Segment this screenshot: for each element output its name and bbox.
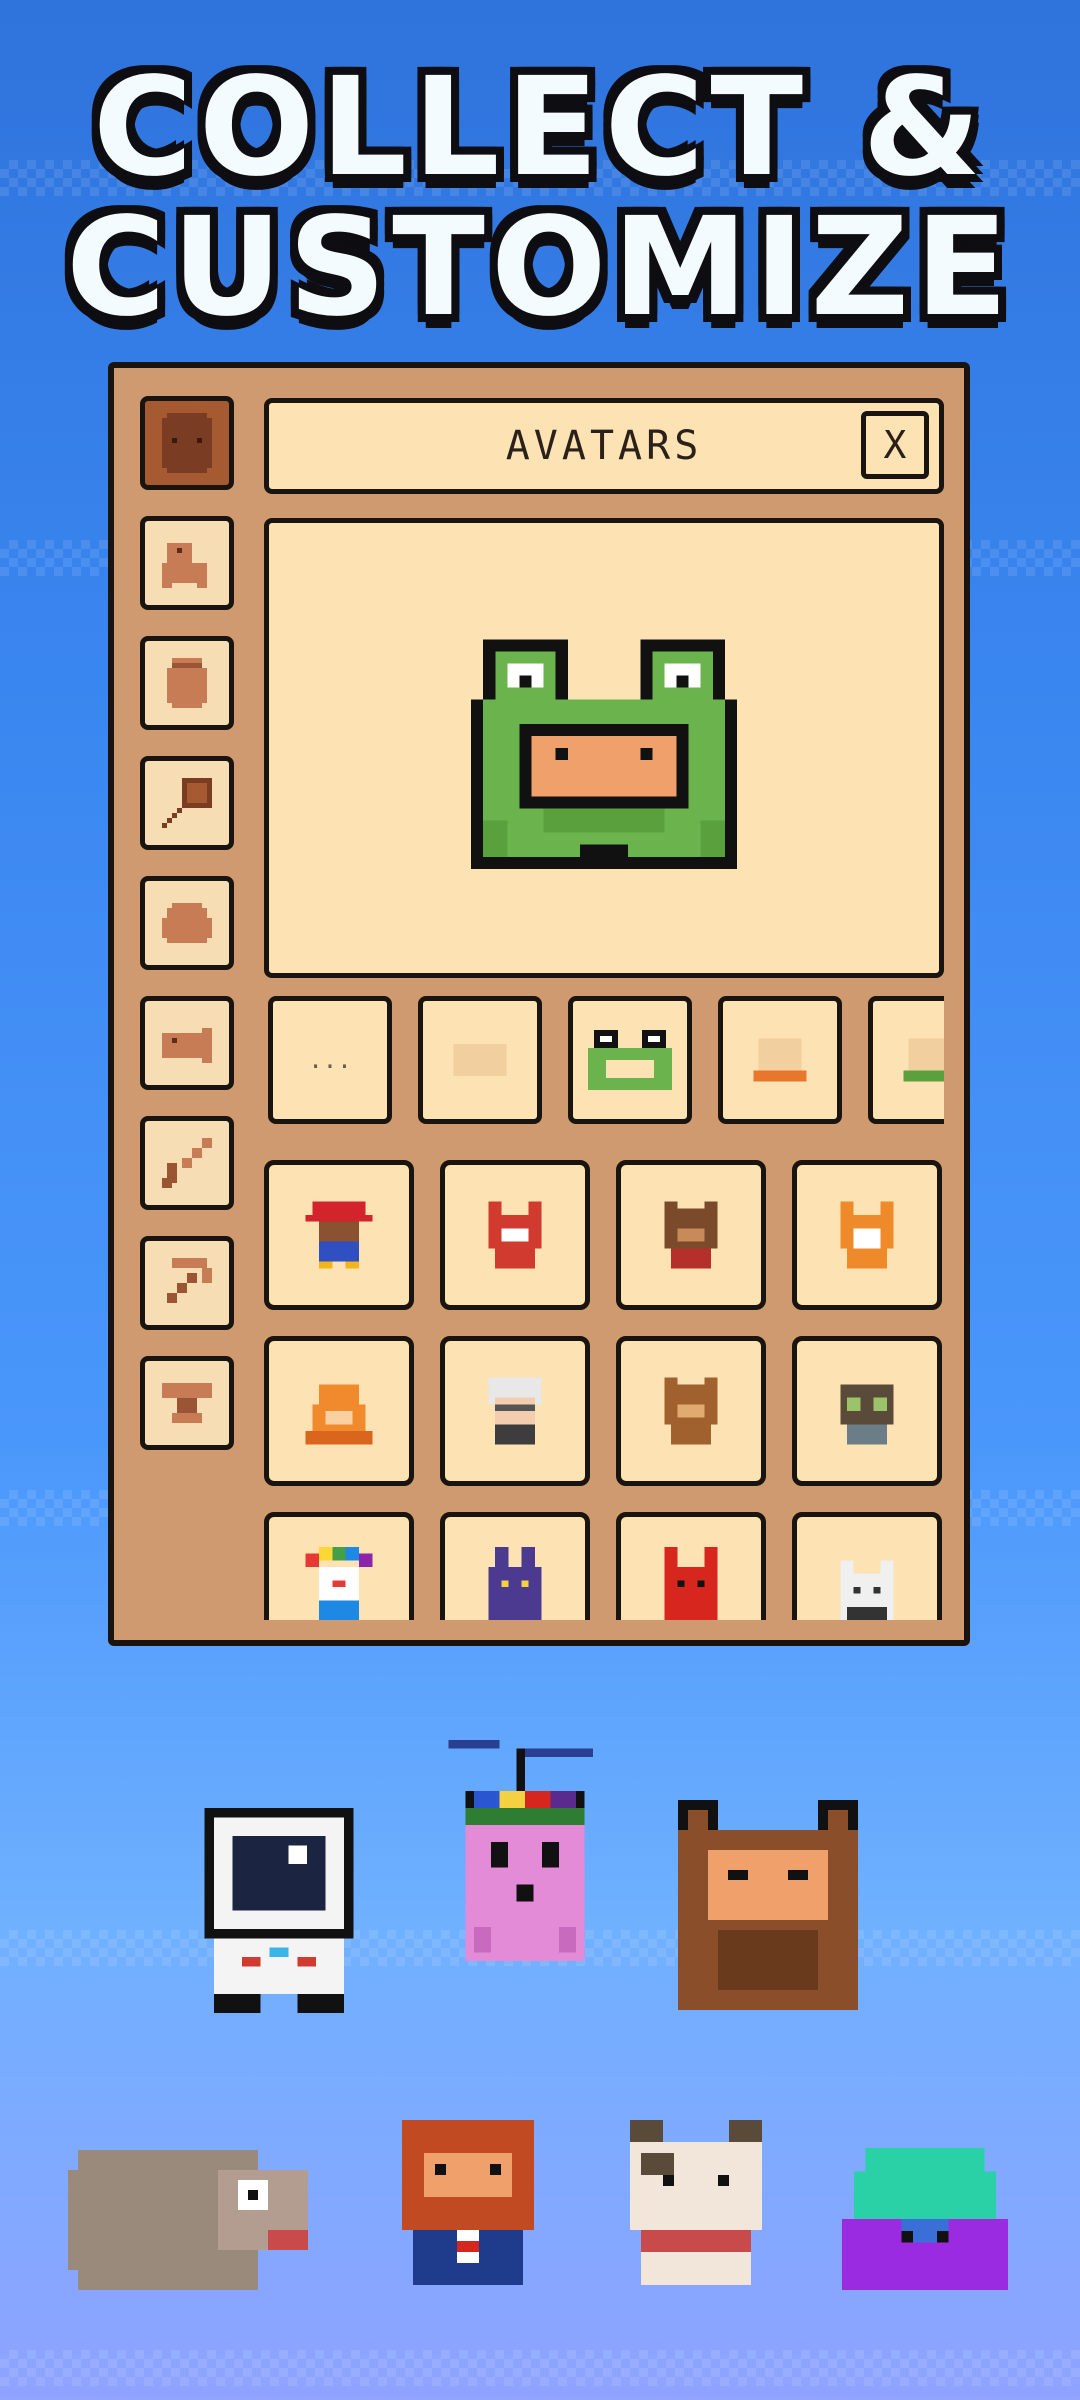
avatar-brown-bear[interactable] xyxy=(616,1160,766,1310)
more-dots: ... xyxy=(308,1046,352,1074)
red-hat-kid-icon xyxy=(305,1201,373,1269)
avatar-head-icon xyxy=(162,413,212,473)
plain-face-icon xyxy=(453,1044,507,1076)
avatar-white-haired-elder[interactable] xyxy=(440,1336,590,1486)
frying-pan-icon xyxy=(162,778,212,828)
white-cat-icon xyxy=(840,1560,894,1620)
rainbow-clown-icon xyxy=(305,1547,373,1620)
avatar-preview xyxy=(264,518,944,978)
avatar-red-hat-kid[interactable] xyxy=(264,1160,414,1310)
avatar-orange-cat[interactable] xyxy=(792,1160,942,1310)
white-haired-elder-icon xyxy=(488,1377,542,1445)
avatar-red-devil[interactable] xyxy=(616,1512,766,1620)
propeller-octopus-character xyxy=(448,1740,593,1961)
category-weapons-button[interactable] xyxy=(140,1116,234,1210)
frog-costume-avatar xyxy=(471,639,737,869)
avatar-rainbow-clown[interactable] xyxy=(264,1512,414,1620)
swatch-green-bottom[interactable] xyxy=(868,996,944,1124)
avatar-panel: AVATARS X ... xyxy=(108,362,970,1646)
bear-cub-icon xyxy=(664,1377,718,1445)
orange-crab-icon xyxy=(305,1384,373,1445)
avatar-white-cat[interactable] xyxy=(792,1512,942,1620)
category-crafting-button[interactable] xyxy=(140,1356,234,1450)
close-icon: X xyxy=(883,423,907,467)
orange-cat-icon xyxy=(840,1201,894,1269)
dither-band xyxy=(0,2350,1080,2386)
avatar-goggles-frog[interactable] xyxy=(792,1336,942,1486)
swatch-plain[interactable] xyxy=(418,996,542,1124)
category-pets-button[interactable] xyxy=(140,516,234,610)
category-sidebar xyxy=(140,396,236,1476)
category-rocks-button[interactable] xyxy=(140,876,234,970)
pickaxe-icon xyxy=(167,1258,212,1303)
bear-costume-character xyxy=(678,1800,858,2010)
purple-bunny-icon xyxy=(488,1547,542,1620)
close-button[interactable]: X xyxy=(861,411,929,479)
avatar-red-fox[interactable] xyxy=(440,1160,590,1310)
goggles-frog-icon xyxy=(840,1384,894,1445)
galaxy-slime-character xyxy=(842,2147,1008,2291)
red-fox-icon xyxy=(488,1201,542,1269)
dog-icon xyxy=(162,543,207,588)
headline-line-2: CUSTOMIZE xyxy=(65,189,1015,347)
avatar-brown-bear-cub[interactable] xyxy=(616,1336,766,1486)
avatar-grid xyxy=(264,1160,944,1620)
swatch-frog[interactable] xyxy=(568,996,692,1124)
avatar-orange-crab[interactable] xyxy=(264,1336,414,1486)
sword-icon xyxy=(162,1138,212,1188)
panel-title: AVATARS xyxy=(505,423,703,469)
category-avatars-button[interactable] xyxy=(140,396,234,490)
calico-cat-character xyxy=(630,2120,762,2285)
avatar-purple-bunny[interactable] xyxy=(440,1512,590,1620)
astronaut-character xyxy=(204,1808,354,2013)
headline: COLLECT & CUSTOMIZE xyxy=(0,58,1080,338)
anvil-icon xyxy=(162,1383,212,1423)
stone-icon xyxy=(162,903,212,943)
green-outfit-icon xyxy=(903,1038,944,1082)
panel-header: AVATARS X xyxy=(264,398,944,494)
red-haired-bearded-man-character xyxy=(402,2120,534,2285)
orange-outfit-icon xyxy=(753,1038,807,1082)
red-devil-icon xyxy=(664,1547,718,1620)
frog-icon xyxy=(588,1030,672,1090)
swatch-orange-bottom[interactable] xyxy=(718,996,842,1124)
headline-line-1: COLLECT & xyxy=(92,49,988,207)
fish-icon xyxy=(162,1028,212,1063)
walrus-character xyxy=(68,2150,308,2290)
category-cooking-button[interactable] xyxy=(140,756,234,850)
pot-icon xyxy=(167,658,207,708)
style-swatch-row: ... xyxy=(264,996,944,1130)
brown-bear-icon xyxy=(664,1201,718,1269)
category-tools-button[interactable] xyxy=(140,1236,234,1330)
category-pots-button[interactable] xyxy=(140,636,234,730)
swatch-more[interactable]: ... xyxy=(268,996,392,1124)
category-fish-button[interactable] xyxy=(140,996,234,1090)
